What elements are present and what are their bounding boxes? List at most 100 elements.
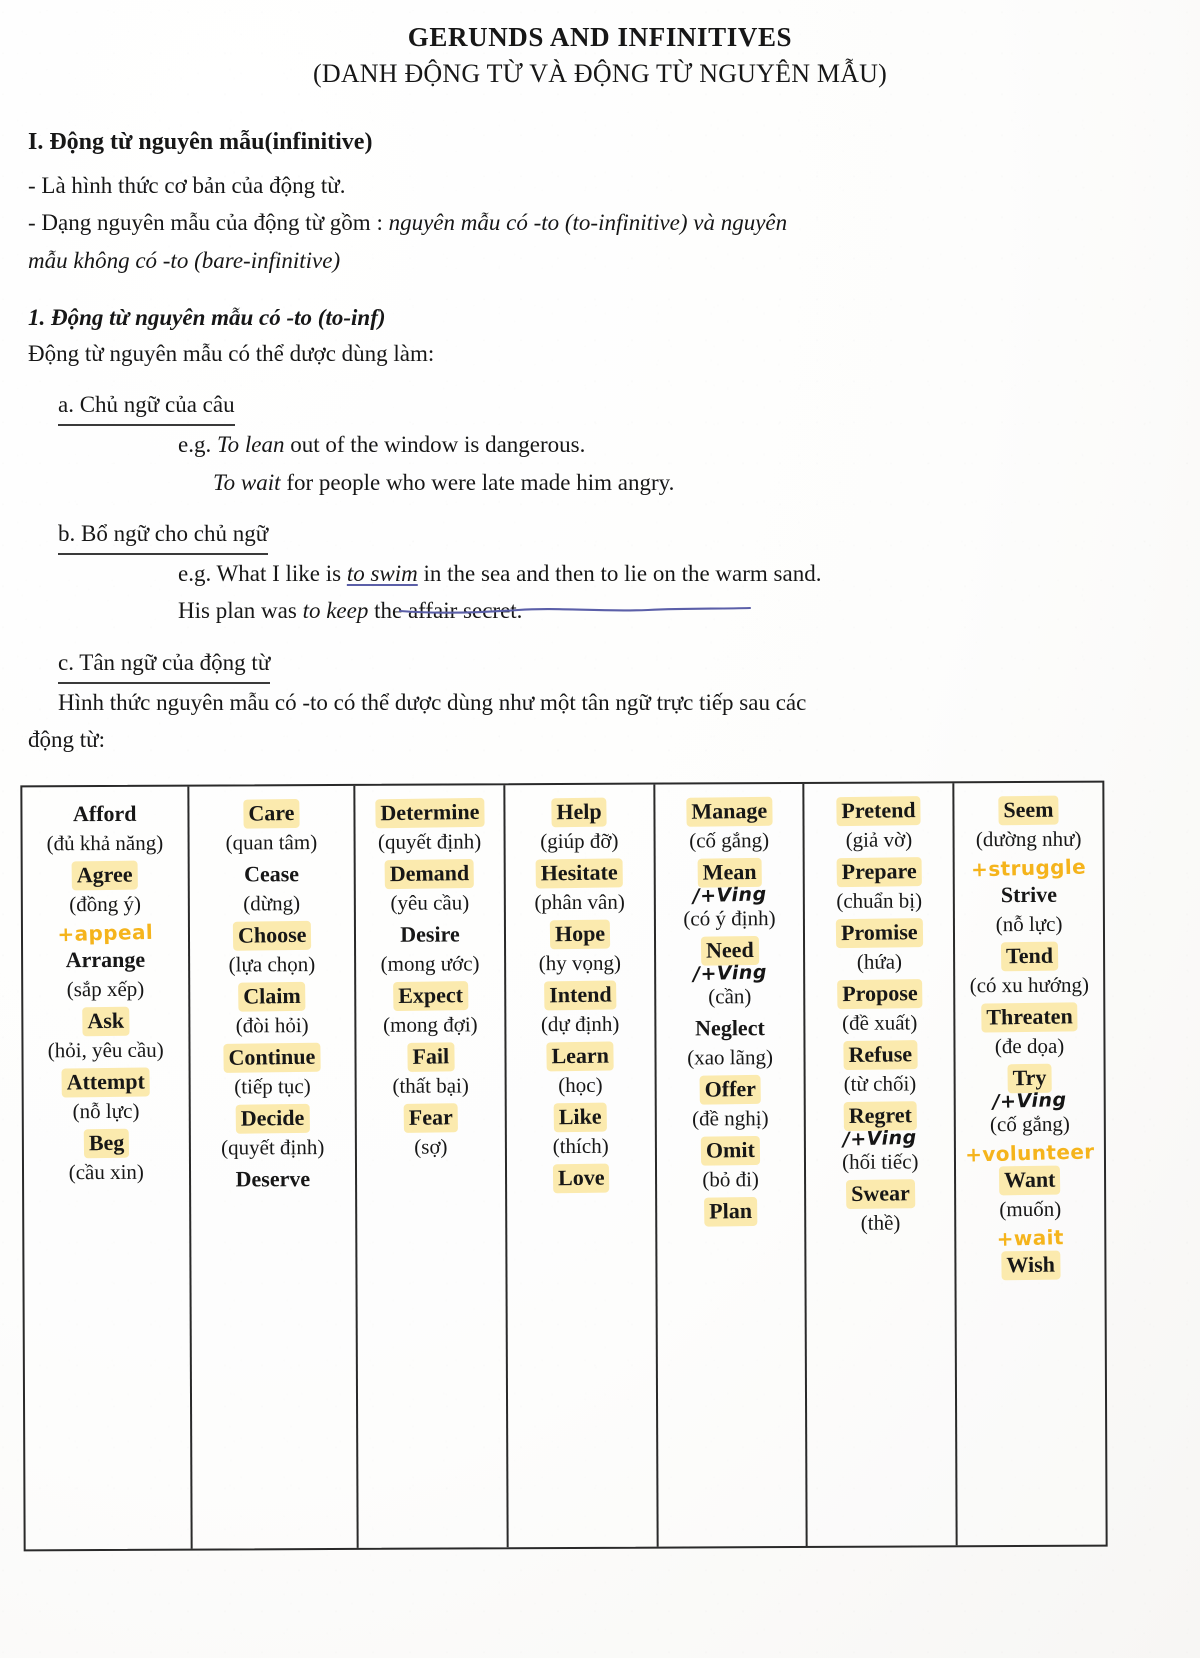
verb-word-highlighted: Refuse [844, 1041, 915, 1068]
verb-word-highlighted: Omit [702, 1137, 759, 1164]
verb-meaning: (cần) [708, 983, 752, 1008]
verb-word-highlighted: Manage [687, 798, 771, 825]
verb-word-highlighted: Determine [376, 799, 483, 826]
item-b-example-1: e.g. What I like is to swim in the sea a… [28, 555, 1172, 592]
verb-word: Care [193, 800, 350, 827]
verb-entry: Mean/+Ving (có ý định) [659, 859, 799, 931]
item-a-example-2: To wait for people who were late made hi… [28, 464, 1172, 501]
verb-meaning: (học) [558, 1072, 603, 1097]
example-b1-underlined: to swim [346, 561, 418, 586]
verb-word: Manage [659, 798, 799, 825]
example-b2-pre: His plan was [178, 598, 303, 624]
section-heading-I: I. Động từ nguyên mẫu(infinitive) [28, 129, 373, 155]
verb-entry: Expect (mong đợi) [360, 982, 500, 1037]
verb-word-highlighted: Decide [237, 1105, 308, 1132]
verb-meaning: (giúp đỡ) [540, 828, 619, 853]
verb-entry: Fail (thất bại) [361, 1043, 501, 1098]
verb-entry: Demand (yêu cầu) [360, 860, 500, 915]
verb-meaning: (dự định) [540, 1011, 620, 1036]
verb-meaning: (cố gắng) [989, 1111, 1070, 1136]
verb-word-highlighted: Propose [838, 980, 921, 1007]
verb-word: Ask [27, 1008, 184, 1034]
verb-entry: Wish [961, 1252, 1101, 1278]
verb-meaning: (đề nghị) [692, 1105, 769, 1131]
verb-meaning: (sắp xếp) [66, 976, 145, 1001]
verb-word-highlighted: Offer [701, 1076, 760, 1103]
verb-meaning: (mong ước) [380, 950, 480, 976]
verb-meaning: (quan tâm) [225, 829, 318, 855]
verb-word: Learn [510, 1042, 650, 1069]
verb-meaning: (đòi hỏi) [235, 1012, 309, 1038]
verb-word-highlighted: Prepare [838, 858, 920, 885]
verb-entry: Deserve [195, 1166, 352, 1192]
subsection-heading-1: 1. Động từ nguyên mẫu có -to (to-inf) [28, 304, 386, 330]
verb-column-4: Help (giúp đỡ) Hesitate (phân vân) Hope (hy v… [505, 784, 659, 1548]
verb-word-highlighted: Wish [1003, 1252, 1058, 1278]
verb-entry: Want (muốn) +wait [960, 1167, 1100, 1251]
verb-entry: Fear (sợ) [361, 1104, 501, 1159]
verb-entry: Manage (cố gắng) [659, 798, 799, 853]
verb-entry: Seem (dường như) +struggle [959, 797, 1099, 882]
verb-meaning: (cố gắng) [689, 827, 770, 853]
item-b-label: b. Bổ ngữ cho chủ ngữ [58, 515, 269, 555]
verb-word-plain: Deserve [235, 1166, 311, 1192]
verb-word: Choose [193, 922, 350, 949]
verb-column-2: Care (quan tâm) Cease (dừng) Choose (lựa chọn… [188, 785, 359, 1549]
verb-word-highlighted: Expect [394, 982, 466, 1009]
eg-prefix-b: e.g. [178, 561, 217, 586]
verb-word: Wish [961, 1252, 1101, 1278]
verb-entry: Agree (đồng ý) +appeal [27, 862, 184, 947]
document-content: GERUNDS AND INFINITIVES (DANH ĐỘNG TỪ VÀ… [0, 0, 1200, 1552]
verb-entry: Help (giúp đỡ) [509, 799, 649, 854]
verb-entry: Like (thích) [511, 1104, 651, 1159]
verb-column-6: Pretend (giả vờ) Prepare (chuẩn bị) Promise (… [804, 783, 958, 1546]
verb-word: Want [960, 1167, 1100, 1193]
verb-word-plain: Arrange [65, 946, 146, 973]
handwritten-ving-note: /+Ving [842, 1126, 918, 1151]
example-b1-post: in the sea and then to lie on the warm s… [417, 561, 822, 586]
example-a2-italic: To wait [213, 469, 281, 495]
verb-entry: Try/+Ving (cố gắng) +volunteer [960, 1065, 1100, 1167]
verb-word: Mean [659, 859, 799, 886]
verb-word: Agree [27, 862, 184, 889]
verb-word: Plan [661, 1198, 801, 1225]
verb-word-plain: Afford [72, 800, 137, 827]
verb-entry: Claim (đòi hỏi) [194, 983, 351, 1038]
verb-word: Refuse [810, 1041, 950, 1068]
verb-meaning: (bỏ đi) [702, 1166, 759, 1191]
verb-word: Desire [360, 921, 500, 947]
section-I-bullet-1: - Là hình thức cơ bản của động từ. [28, 173, 346, 198]
verb-word: Promise [809, 919, 949, 946]
verb-meaning: (cầu xin) [68, 1159, 144, 1184]
verb-word-highlighted: Beg [85, 1130, 128, 1156]
verb-entry: Arrange (sắp xếp) [27, 946, 184, 1002]
verb-entry: Pretend (giả vờ) [809, 797, 949, 852]
verb-word-plain: Neglect [695, 1015, 765, 1041]
verb-word-highlighted: Demand [386, 860, 473, 887]
verb-word-highlighted: Help [553, 799, 605, 825]
verb-entry: Love [511, 1165, 651, 1191]
verb-word-highlighted: Intend [545, 981, 615, 1008]
subsection-1-intro: Động từ nguyên mẫu có thể dược dùng làm: [28, 340, 435, 366]
verb-word: Regret [810, 1102, 950, 1129]
verb-entry: Strive (nỗ lực) [959, 882, 1099, 937]
verb-meaning: (yêu cầu) [390, 890, 470, 915]
verb-meaning: (dường như) [975, 826, 1082, 851]
verb-word: Prepare [809, 858, 949, 885]
verb-word-highlighted: Hesitate [537, 859, 622, 887]
verb-meaning: (hứa) [856, 949, 903, 974]
verb-entry: Tend (có xu hướng) [959, 943, 1099, 998]
verb-word: Hesitate [510, 859, 650, 887]
verb-word-highlighted: Learn [548, 1042, 613, 1069]
verb-entry: Choose (lựa chọn) [193, 922, 350, 977]
verb-entry: Omit (bỏ đi) [661, 1137, 801, 1192]
verb-entry: Afford (đủ khả năng) [26, 800, 183, 856]
verb-entry: Hope (hy vọng) [510, 921, 650, 976]
verb-word-highlighted: Fail [409, 1043, 452, 1070]
verb-word-highlighted: Hope [551, 921, 608, 947]
handwritten-ving-note: /+Ving [692, 882, 767, 908]
verb-entry: Refuse (từ chối) [810, 1041, 950, 1096]
verb-word: Attempt [28, 1068, 185, 1096]
section-I-bullet-2-line2: mẫu không có -to (bare-infinitive) [28, 247, 341, 273]
verb-word: Neglect [660, 1015, 800, 1041]
